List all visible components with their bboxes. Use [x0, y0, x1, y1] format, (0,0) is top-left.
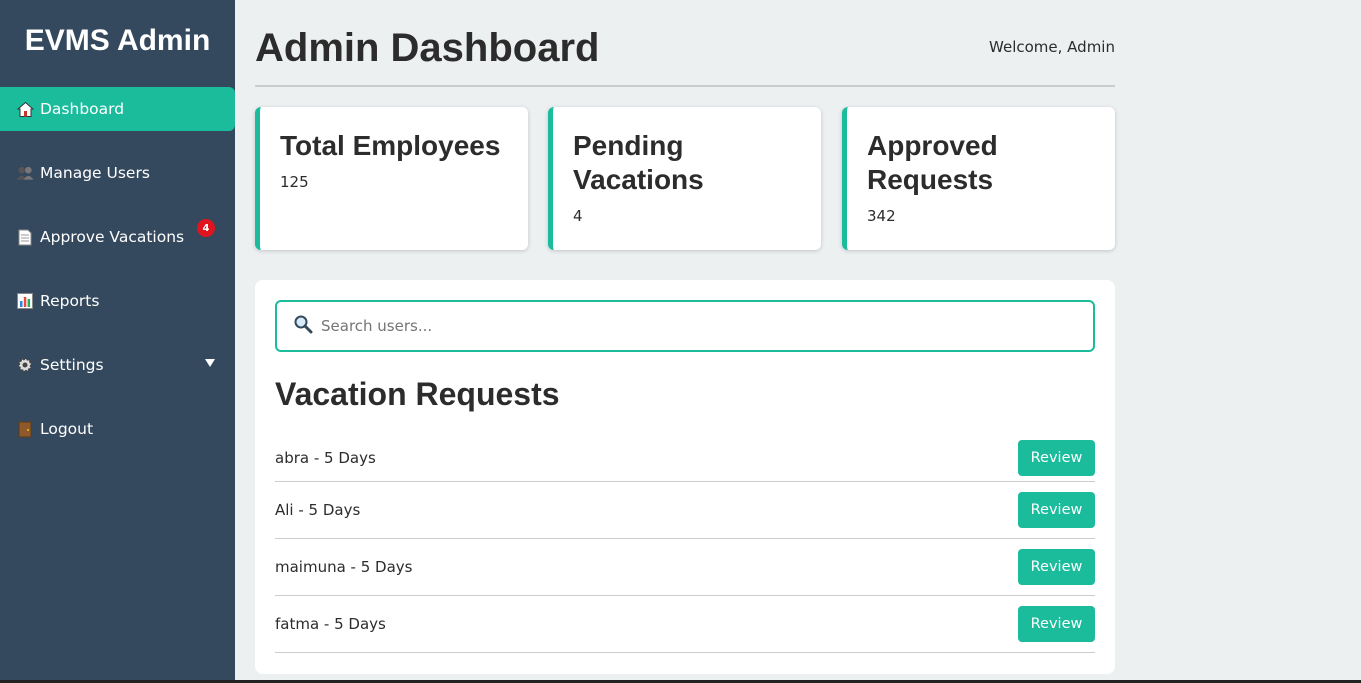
document-icon: [16, 228, 34, 246]
sidebar-item-label: Settings: [40, 356, 104, 374]
pending-count-badge: 4: [197, 219, 215, 237]
sidebar-item-label: Reports: [40, 292, 100, 310]
sidebar-item-label: Approve Vacations: [40, 228, 185, 246]
stat-card-pending-vacations: Pending Vacations 4: [548, 107, 821, 250]
bar-chart-icon: [16, 292, 34, 310]
stat-card-value: 342: [867, 207, 896, 225]
list-item: fatma - 5 Days Review: [275, 596, 1095, 653]
search-icon: [293, 314, 313, 338]
sidebar-item-reports[interactable]: Reports: [0, 279, 235, 323]
sidebar-item-dashboard[interactable]: Dashboard: [0, 87, 235, 131]
door-icon: [16, 420, 34, 438]
stat-card-value: 4: [573, 207, 583, 225]
list-item: maimuna - 5 Days Review: [275, 539, 1095, 596]
request-text: maimuna - 5 Days: [275, 558, 413, 576]
stat-card-title: Pending Vacations: [573, 130, 704, 195]
list-item: abra - 5 Days Review: [275, 435, 1095, 482]
review-button[interactable]: Review: [1018, 440, 1095, 476]
stat-card-approved-requests: Approved Requests 342: [842, 107, 1115, 250]
sidebar-item-approve-vacations[interactable]: Approve Vacations 4: [0, 215, 235, 259]
gear-icon: [16, 356, 34, 374]
home-icon: [16, 100, 34, 118]
sidebar-item-manage-users[interactable]: Manage Users: [0, 151, 235, 195]
main-content: Admin Dashboard Welcome, Admin Total Emp…: [255, 0, 1115, 674]
stat-card-value: 125: [280, 173, 309, 191]
request-list: abra - 5 Days Review Ali - 5 Days Review…: [275, 435, 1095, 653]
stat-card-title: Total Employees: [280, 130, 501, 161]
page-header: Admin Dashboard Welcome, Admin: [255, 0, 1115, 87]
page-title: Admin Dashboard: [255, 26, 600, 70]
users-icon: [16, 164, 34, 182]
sidebar-item-label: Logout: [40, 420, 94, 438]
stat-card-title: Approved Requests: [867, 130, 998, 195]
review-button[interactable]: Review: [1018, 492, 1095, 528]
section-title: Vacation Requests: [275, 376, 560, 412]
sidebar-item-label: Dashboard: [40, 100, 125, 118]
brand-title: EVMS Admin: [24, 24, 211, 57]
list-item: Ali - 5 Days Review: [275, 482, 1095, 539]
stat-card-total-employees: Total Employees 125: [255, 107, 528, 250]
sidebar-item-logout[interactable]: Logout: [0, 407, 235, 451]
request-text: fatma - 5 Days: [275, 615, 386, 633]
sidebar: EVMS Admin Dashboard Manage Users Approv…: [0, 0, 235, 683]
request-text: Ali - 5 Days: [275, 501, 361, 519]
sidebar-item-settings[interactable]: Settings: [0, 343, 235, 387]
review-button[interactable]: Review: [1018, 606, 1095, 642]
stats-cards: Total Employees 125 Pending Vacations 4 …: [255, 107, 1115, 250]
search-box[interactable]: [275, 300, 1095, 352]
chevron-down-icon[interactable]: [205, 359, 215, 367]
review-button[interactable]: Review: [1018, 549, 1095, 585]
requests-panel: Vacation Requests abra - 5 Days Review A…: [255, 280, 1115, 674]
sidebar-item-label: Manage Users: [40, 164, 150, 182]
request-text: abra - 5 Days: [275, 449, 376, 467]
search-input[interactable]: [321, 317, 1081, 335]
welcome-text: Welcome, Admin: [989, 38, 1115, 56]
